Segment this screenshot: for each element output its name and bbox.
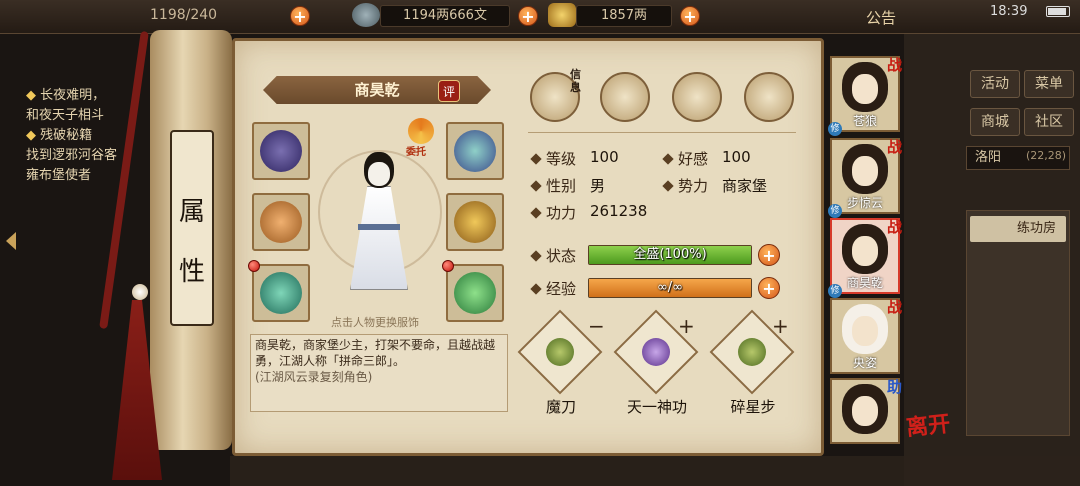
silver-coin-icon (352, 3, 380, 27)
scroll-map-icon[interactable] (600, 72, 650, 122)
alert-dot-icon (442, 260, 454, 272)
battery-icon (1046, 6, 1070, 17)
gold-currency: 1857两 (576, 5, 672, 27)
leave-button[interactable]: 离开 (904, 406, 951, 442)
affinity-label: 好感 (678, 150, 709, 168)
faction-label: 势力 (678, 177, 709, 195)
battle-tag: 战 (886, 298, 902, 316)
cultivate-badge: 修 (828, 204, 842, 218)
skill-name: 碎星步 (730, 398, 776, 416)
battle-tag: 战 (886, 218, 902, 236)
avatar (842, 144, 888, 194)
character-portrait[interactable] (344, 150, 414, 300)
party-member[interactable]: 苍狼 战 修 (828, 56, 902, 136)
scroll-icon (642, 338, 670, 366)
cultivate-badge: 修 (828, 284, 842, 298)
amulet-icon (454, 272, 496, 314)
restore-status-button[interactable]: + (758, 244, 780, 266)
avatar (842, 224, 888, 274)
skill-name: 天一神功 (626, 398, 687, 416)
status-text: 全盛(100%) (633, 247, 707, 262)
party-member-name: 步惊云 (846, 196, 883, 210)
party-member[interactable]: 助 (830, 378, 902, 444)
helmet-icon (454, 130, 496, 172)
meridian-icon[interactable] (744, 72, 794, 122)
equip-slot-weapon[interactable] (252, 193, 310, 251)
quest-line: 长夜难明， (40, 88, 106, 103)
party-member[interactable]: 步惊云 战 修 (828, 138, 902, 218)
armor-icon (454, 201, 496, 243)
assist-tag: 助 (886, 378, 902, 396)
divider (528, 132, 796, 133)
clock: 18:39 (990, 4, 1028, 19)
alert-dot-icon (248, 260, 260, 272)
status-bar: 全盛(100%) (588, 245, 752, 265)
cultivate-badge: 修 (828, 122, 842, 136)
add-capacity-button[interactable]: + (290, 6, 310, 26)
ring-icon (260, 272, 302, 314)
silver-currency: 1194两666文 (380, 5, 510, 27)
quest-line: 残破秘籍 (40, 128, 93, 143)
swap-icon[interactable] (408, 118, 434, 144)
exp-text: ∞/∞ (656, 280, 684, 295)
gold-ingot-icon (548, 3, 576, 27)
party-member-selected[interactable]: 商昊乾 战 修 (828, 218, 902, 298)
costume-hint: 点击人物更换服饰 (331, 316, 419, 329)
activity-button[interactable]: 活动 (970, 70, 1020, 98)
mask-icon (368, 162, 390, 186)
bagua-icon[interactable] (672, 72, 722, 122)
skill-minus-button[interactable]: − (588, 314, 605, 338)
skill-name: 魔刀 (545, 398, 576, 416)
location-coords: (22,28) (1026, 149, 1067, 162)
capacity-text: 1198/240 (150, 7, 218, 23)
party-member-name: 苍狼 (852, 114, 877, 128)
battle-tag: 战 (886, 138, 902, 156)
add-exp-button[interactable]: + (758, 277, 780, 299)
avatar (842, 384, 888, 434)
add-silver-button[interactable]: + (518, 6, 538, 26)
power-label: 功力 (546, 204, 577, 222)
bottom-bar (230, 456, 1080, 486)
party-member-name: 央姿 (852, 356, 877, 370)
affinity-value: 100 (722, 148, 751, 166)
scroll-icon (738, 338, 766, 366)
gender-value: 男 (590, 177, 606, 195)
shop-button[interactable]: 商城 (970, 108, 1020, 136)
party-member-name: 商昊乾 (846, 276, 883, 290)
equip-slot-helmet[interactable] (446, 122, 504, 180)
avatar (842, 304, 888, 354)
equip-slot-armor[interactable] (446, 193, 504, 251)
gloves-icon (260, 130, 302, 172)
description-text: 商昊乾，商家堡少主，打架不要命，且越战越勇，江湖人称「拼命三郎」。 (255, 338, 496, 368)
bead-icon (132, 284, 148, 300)
add-gold-button[interactable]: + (680, 6, 700, 26)
party-member[interactable]: 央姿 战 (830, 298, 902, 374)
evaluate-button[interactable]: 评 (438, 80, 460, 102)
level-label: 等级 (546, 150, 577, 168)
gender-label: 性别 (546, 177, 577, 195)
scroll-icon (546, 338, 574, 366)
battle-tag: 战 (886, 56, 902, 74)
swap-label: 委托 (406, 147, 426, 158)
scroll-title: 属性 (178, 197, 205, 287)
practice-room-button[interactable]: 练功房 (970, 216, 1066, 242)
menu-button[interactable]: 菜单 (1024, 70, 1074, 98)
equip-slot-gloves[interactable] (252, 122, 310, 180)
facility-list (966, 210, 1070, 436)
notice-button[interactable]: 公告 (866, 7, 896, 28)
status-label: 状态 (546, 247, 577, 265)
sword-icon (260, 201, 302, 243)
faction-value: 商家堡 (722, 177, 768, 195)
exp-bar: ∞/∞ (588, 278, 752, 298)
info-label: 信息 (570, 68, 581, 94)
character-description: 商昊乾，商家堡少主，打架不要命，且越战越勇，江湖人称「拼命三郎」。 (江湖风云录… (250, 334, 508, 412)
community-button[interactable]: 社区 (1024, 108, 1074, 136)
collapse-arrow-icon[interactable] (6, 232, 16, 250)
power-value: 261238 (590, 202, 648, 220)
level-value: 100 (590, 148, 619, 166)
avatar (842, 62, 888, 112)
description-note: (江湖风云录复刻角色) (255, 370, 373, 384)
exp-label: 经验 (546, 280, 577, 298)
